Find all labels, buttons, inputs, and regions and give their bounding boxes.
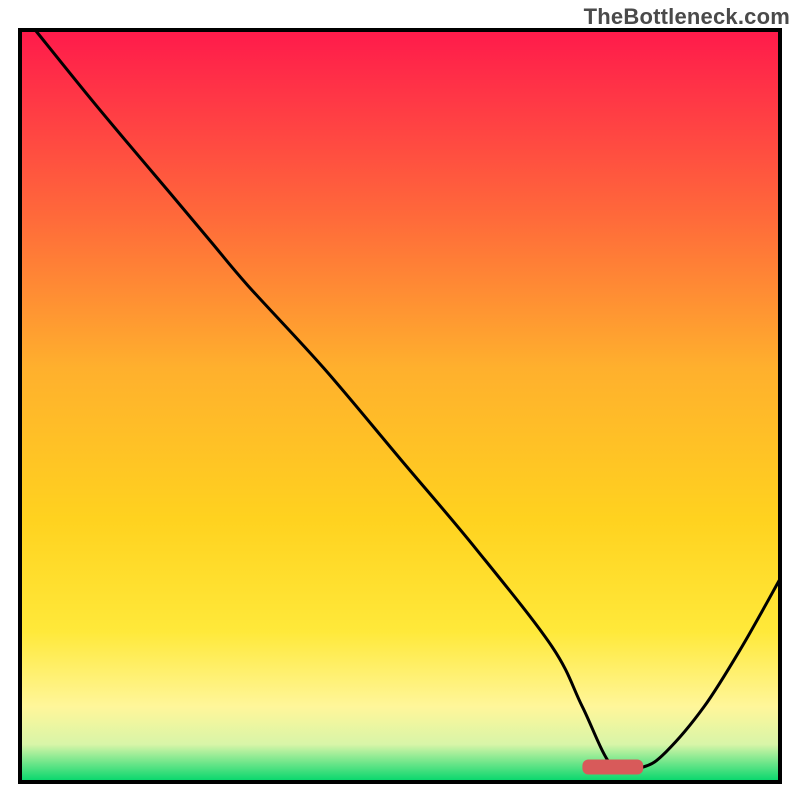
plot-background xyxy=(20,30,780,782)
watermark-text: TheBottleneck.com xyxy=(584,4,790,30)
chart-svg xyxy=(0,0,800,800)
chart-frame: TheBottleneck.com xyxy=(0,0,800,800)
optimal-marker xyxy=(582,759,643,774)
